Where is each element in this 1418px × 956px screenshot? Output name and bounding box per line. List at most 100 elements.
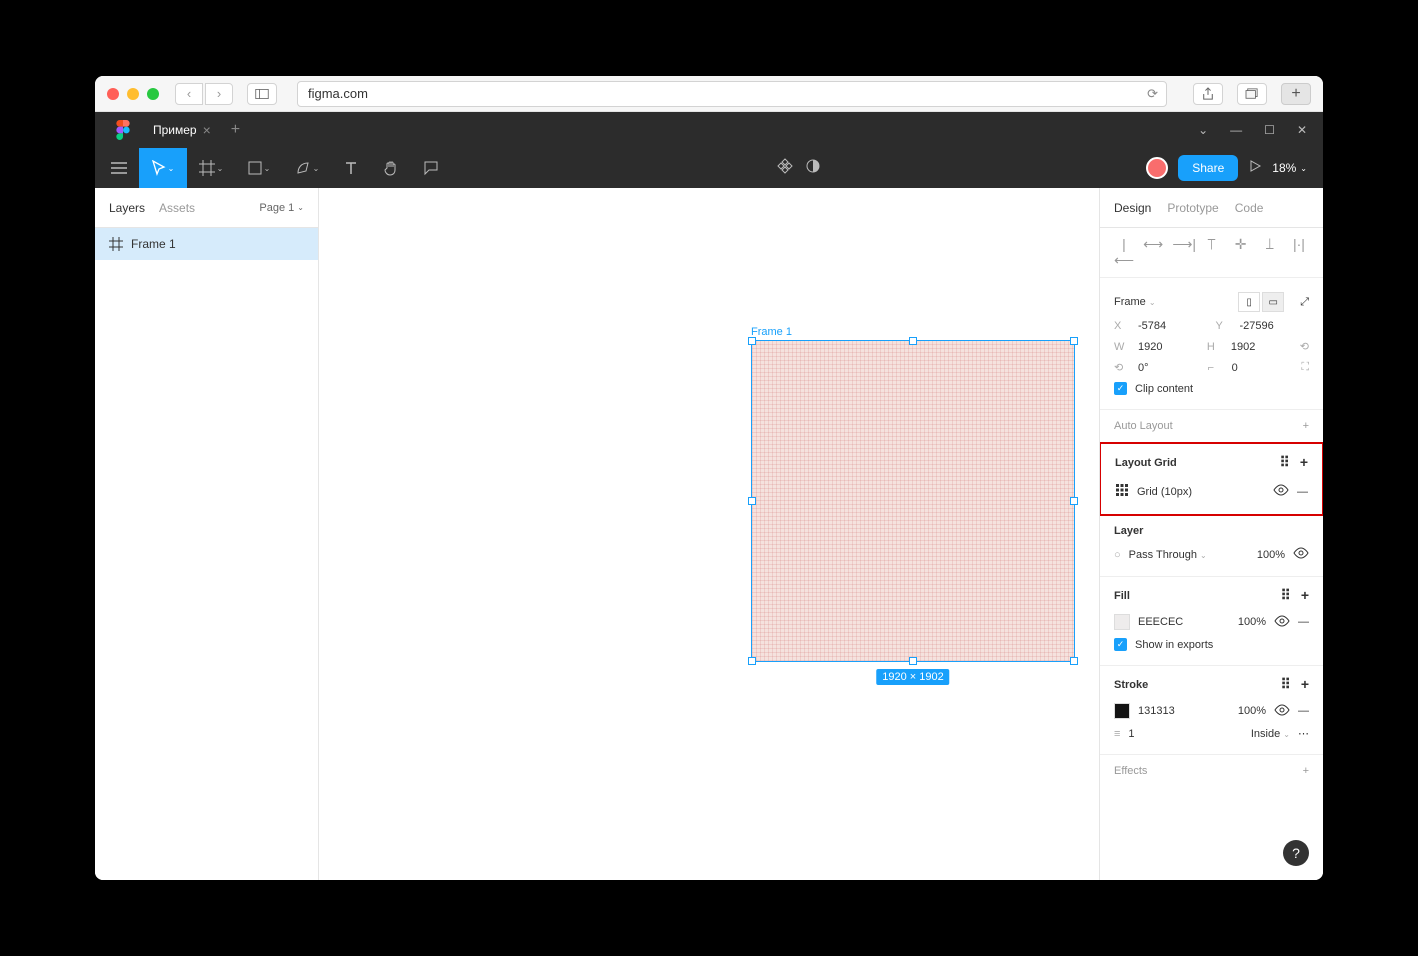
add-grid-icon[interactable]: + bbox=[1300, 454, 1308, 471]
layer-visibility-icon[interactable] bbox=[1293, 547, 1309, 562]
resize-fit-icon[interactable]: ⤢ bbox=[1300, 296, 1309, 309]
window-close-icon[interactable]: ✕ bbox=[1297, 123, 1307, 137]
user-avatar[interactable] bbox=[1146, 157, 1168, 179]
shape-tool[interactable]: ⌄ bbox=[235, 148, 283, 188]
resize-handle[interactable] bbox=[1070, 337, 1078, 345]
sidebar-toggle-icon[interactable] bbox=[247, 83, 277, 105]
canvas-frame[interactable]: 1920 × 1902 bbox=[751, 340, 1075, 662]
comment-tool[interactable] bbox=[411, 148, 451, 188]
text-tool[interactable] bbox=[331, 148, 371, 188]
fill-swatch[interactable] bbox=[1114, 614, 1130, 630]
grid-item-label[interactable]: Grid (10px) bbox=[1137, 486, 1265, 498]
resize-handle[interactable] bbox=[1070, 497, 1078, 505]
landscape-icon[interactable]: ▭ bbox=[1262, 292, 1284, 312]
align-left-icon[interactable]: |⟵ bbox=[1114, 236, 1134, 269]
minimize-window-button[interactable] bbox=[127, 88, 139, 100]
remove-grid-icon[interactable]: — bbox=[1297, 486, 1308, 498]
figma-logo-icon[interactable] bbox=[103, 112, 143, 148]
hand-tool[interactable] bbox=[371, 148, 411, 188]
height-input[interactable]: 1902 bbox=[1231, 341, 1292, 353]
resize-handle[interactable] bbox=[1070, 657, 1078, 665]
frame-dropdown[interactable]: Frame ⌄ bbox=[1114, 296, 1156, 308]
remove-stroke-icon[interactable]: — bbox=[1298, 705, 1309, 717]
fill-styles-icon[interactable]: ⠿ bbox=[1281, 587, 1291, 604]
menu-icon[interactable] bbox=[99, 148, 139, 188]
layer-row-frame1[interactable]: Frame 1 bbox=[95, 228, 318, 260]
radius-input[interactable]: 0 bbox=[1232, 362, 1294, 374]
constrain-proportions-icon[interactable]: ⟲ bbox=[1300, 340, 1309, 353]
stroke-advanced-icon[interactable]: ⋯ bbox=[1298, 727, 1309, 740]
distribute-icon[interactable]: |·| bbox=[1289, 236, 1309, 269]
resize-handle[interactable] bbox=[748, 657, 756, 665]
page-selector[interactable]: Page 1 ⌄ bbox=[259, 202, 304, 214]
width-input[interactable]: 1920 bbox=[1138, 341, 1199, 353]
close-tab-icon[interactable]: × bbox=[203, 122, 211, 138]
component-icon[interactable] bbox=[777, 158, 793, 179]
document-tab[interactable]: Пример × bbox=[143, 112, 221, 148]
align-right-icon[interactable]: ⟶| bbox=[1172, 236, 1192, 269]
layer-opacity-input[interactable]: 100% bbox=[1257, 549, 1285, 561]
resize-handle[interactable] bbox=[909, 657, 917, 665]
new-document-tab[interactable]: + bbox=[221, 121, 250, 139]
portrait-icon[interactable]: ▯ bbox=[1238, 292, 1260, 312]
align-bottom-icon[interactable]: ⟘ bbox=[1260, 236, 1280, 269]
window-maximize-icon[interactable]: ☐ bbox=[1264, 123, 1275, 137]
fill-hex-input[interactable]: EEECEC bbox=[1138, 616, 1183, 628]
show-in-exports-checkbox[interactable]: ✓ bbox=[1114, 638, 1127, 651]
maximize-window-button[interactable] bbox=[147, 88, 159, 100]
resize-handle[interactable] bbox=[748, 497, 756, 505]
align-vcenter-icon[interactable]: ✛ bbox=[1231, 236, 1251, 269]
prototype-tab[interactable]: Prototype bbox=[1167, 201, 1218, 215]
help-button[interactable]: ? bbox=[1283, 840, 1309, 866]
fill-visibility-icon[interactable] bbox=[1274, 615, 1290, 630]
resize-handle[interactable] bbox=[909, 337, 917, 345]
frame-tool[interactable]: ⌄ bbox=[187, 148, 235, 188]
grid-styles-icon[interactable]: ⠿ bbox=[1280, 454, 1290, 471]
present-icon[interactable] bbox=[1248, 159, 1262, 178]
mask-icon[interactable] bbox=[805, 158, 821, 179]
tabs-overview-icon[interactable] bbox=[1237, 83, 1267, 105]
assets-tab[interactable]: Assets bbox=[159, 201, 195, 215]
close-window-button[interactable] bbox=[107, 88, 119, 100]
clip-content-checkbox[interactable]: ✓ bbox=[1114, 382, 1127, 395]
pen-tool[interactable]: ⌄ bbox=[283, 148, 331, 188]
design-tab[interactable]: Design bbox=[1114, 201, 1151, 215]
frame-label[interactable]: Frame 1 bbox=[751, 326, 792, 338]
stroke-weight-input[interactable]: 1 bbox=[1128, 728, 1134, 740]
align-hcenter-icon[interactable]: ⟷ bbox=[1143, 236, 1163, 269]
back-button[interactable]: ‹ bbox=[175, 83, 203, 105]
independent-corners-icon[interactable]: ⛶ bbox=[1301, 361, 1309, 374]
stroke-styles-icon[interactable]: ⠿ bbox=[1281, 676, 1291, 693]
blend-mode-select[interactable]: Pass Through ⌄ bbox=[1129, 549, 1207, 561]
stroke-position-select[interactable]: Inside ⌄ bbox=[1251, 728, 1290, 740]
fill-opacity-input[interactable]: 100% bbox=[1238, 616, 1266, 628]
add-autolayout-icon[interactable]: + bbox=[1303, 420, 1309, 432]
zoom-control[interactable]: 18%⌄ bbox=[1272, 161, 1307, 175]
x-input[interactable]: -5784 bbox=[1138, 320, 1208, 332]
add-fill-icon[interactable]: + bbox=[1301, 587, 1309, 604]
add-effect-icon[interactable]: + bbox=[1303, 765, 1309, 777]
stroke-opacity-input[interactable]: 100% bbox=[1238, 705, 1266, 717]
share-button[interactable]: Share bbox=[1178, 155, 1238, 181]
layers-tab[interactable]: Layers bbox=[109, 201, 145, 215]
grid-type-icon[interactable] bbox=[1115, 483, 1129, 500]
stroke-hex-input[interactable]: 131313 bbox=[1138, 705, 1175, 717]
reload-icon[interactable]: ⟳ bbox=[1147, 86, 1158, 102]
grid-visibility-icon[interactable] bbox=[1273, 484, 1289, 499]
add-stroke-icon[interactable]: + bbox=[1301, 676, 1309, 693]
share-sheet-icon[interactable] bbox=[1193, 83, 1223, 105]
stroke-visibility-icon[interactable] bbox=[1274, 704, 1290, 719]
canvas[interactable]: Frame 1 1920 × 1902 bbox=[319, 188, 1099, 880]
remove-fill-icon[interactable]: — bbox=[1298, 616, 1309, 628]
new-tab-button[interactable]: + bbox=[1281, 83, 1311, 105]
move-tool[interactable]: ⌄ bbox=[139, 148, 187, 188]
code-tab[interactable]: Code bbox=[1235, 201, 1264, 215]
document-dropdown-icon[interactable]: ⌄ bbox=[1198, 123, 1208, 137]
window-minimize-icon[interactable]: — bbox=[1230, 123, 1242, 137]
rotation-input[interactable]: 0° bbox=[1138, 362, 1200, 374]
align-top-icon[interactable]: ⟙ bbox=[1201, 236, 1221, 269]
url-bar[interactable]: figma.com ⟳ bbox=[297, 81, 1167, 107]
y-input[interactable]: -27596 bbox=[1240, 320, 1310, 332]
forward-button[interactable]: › bbox=[205, 83, 233, 105]
resize-handle[interactable] bbox=[748, 337, 756, 345]
